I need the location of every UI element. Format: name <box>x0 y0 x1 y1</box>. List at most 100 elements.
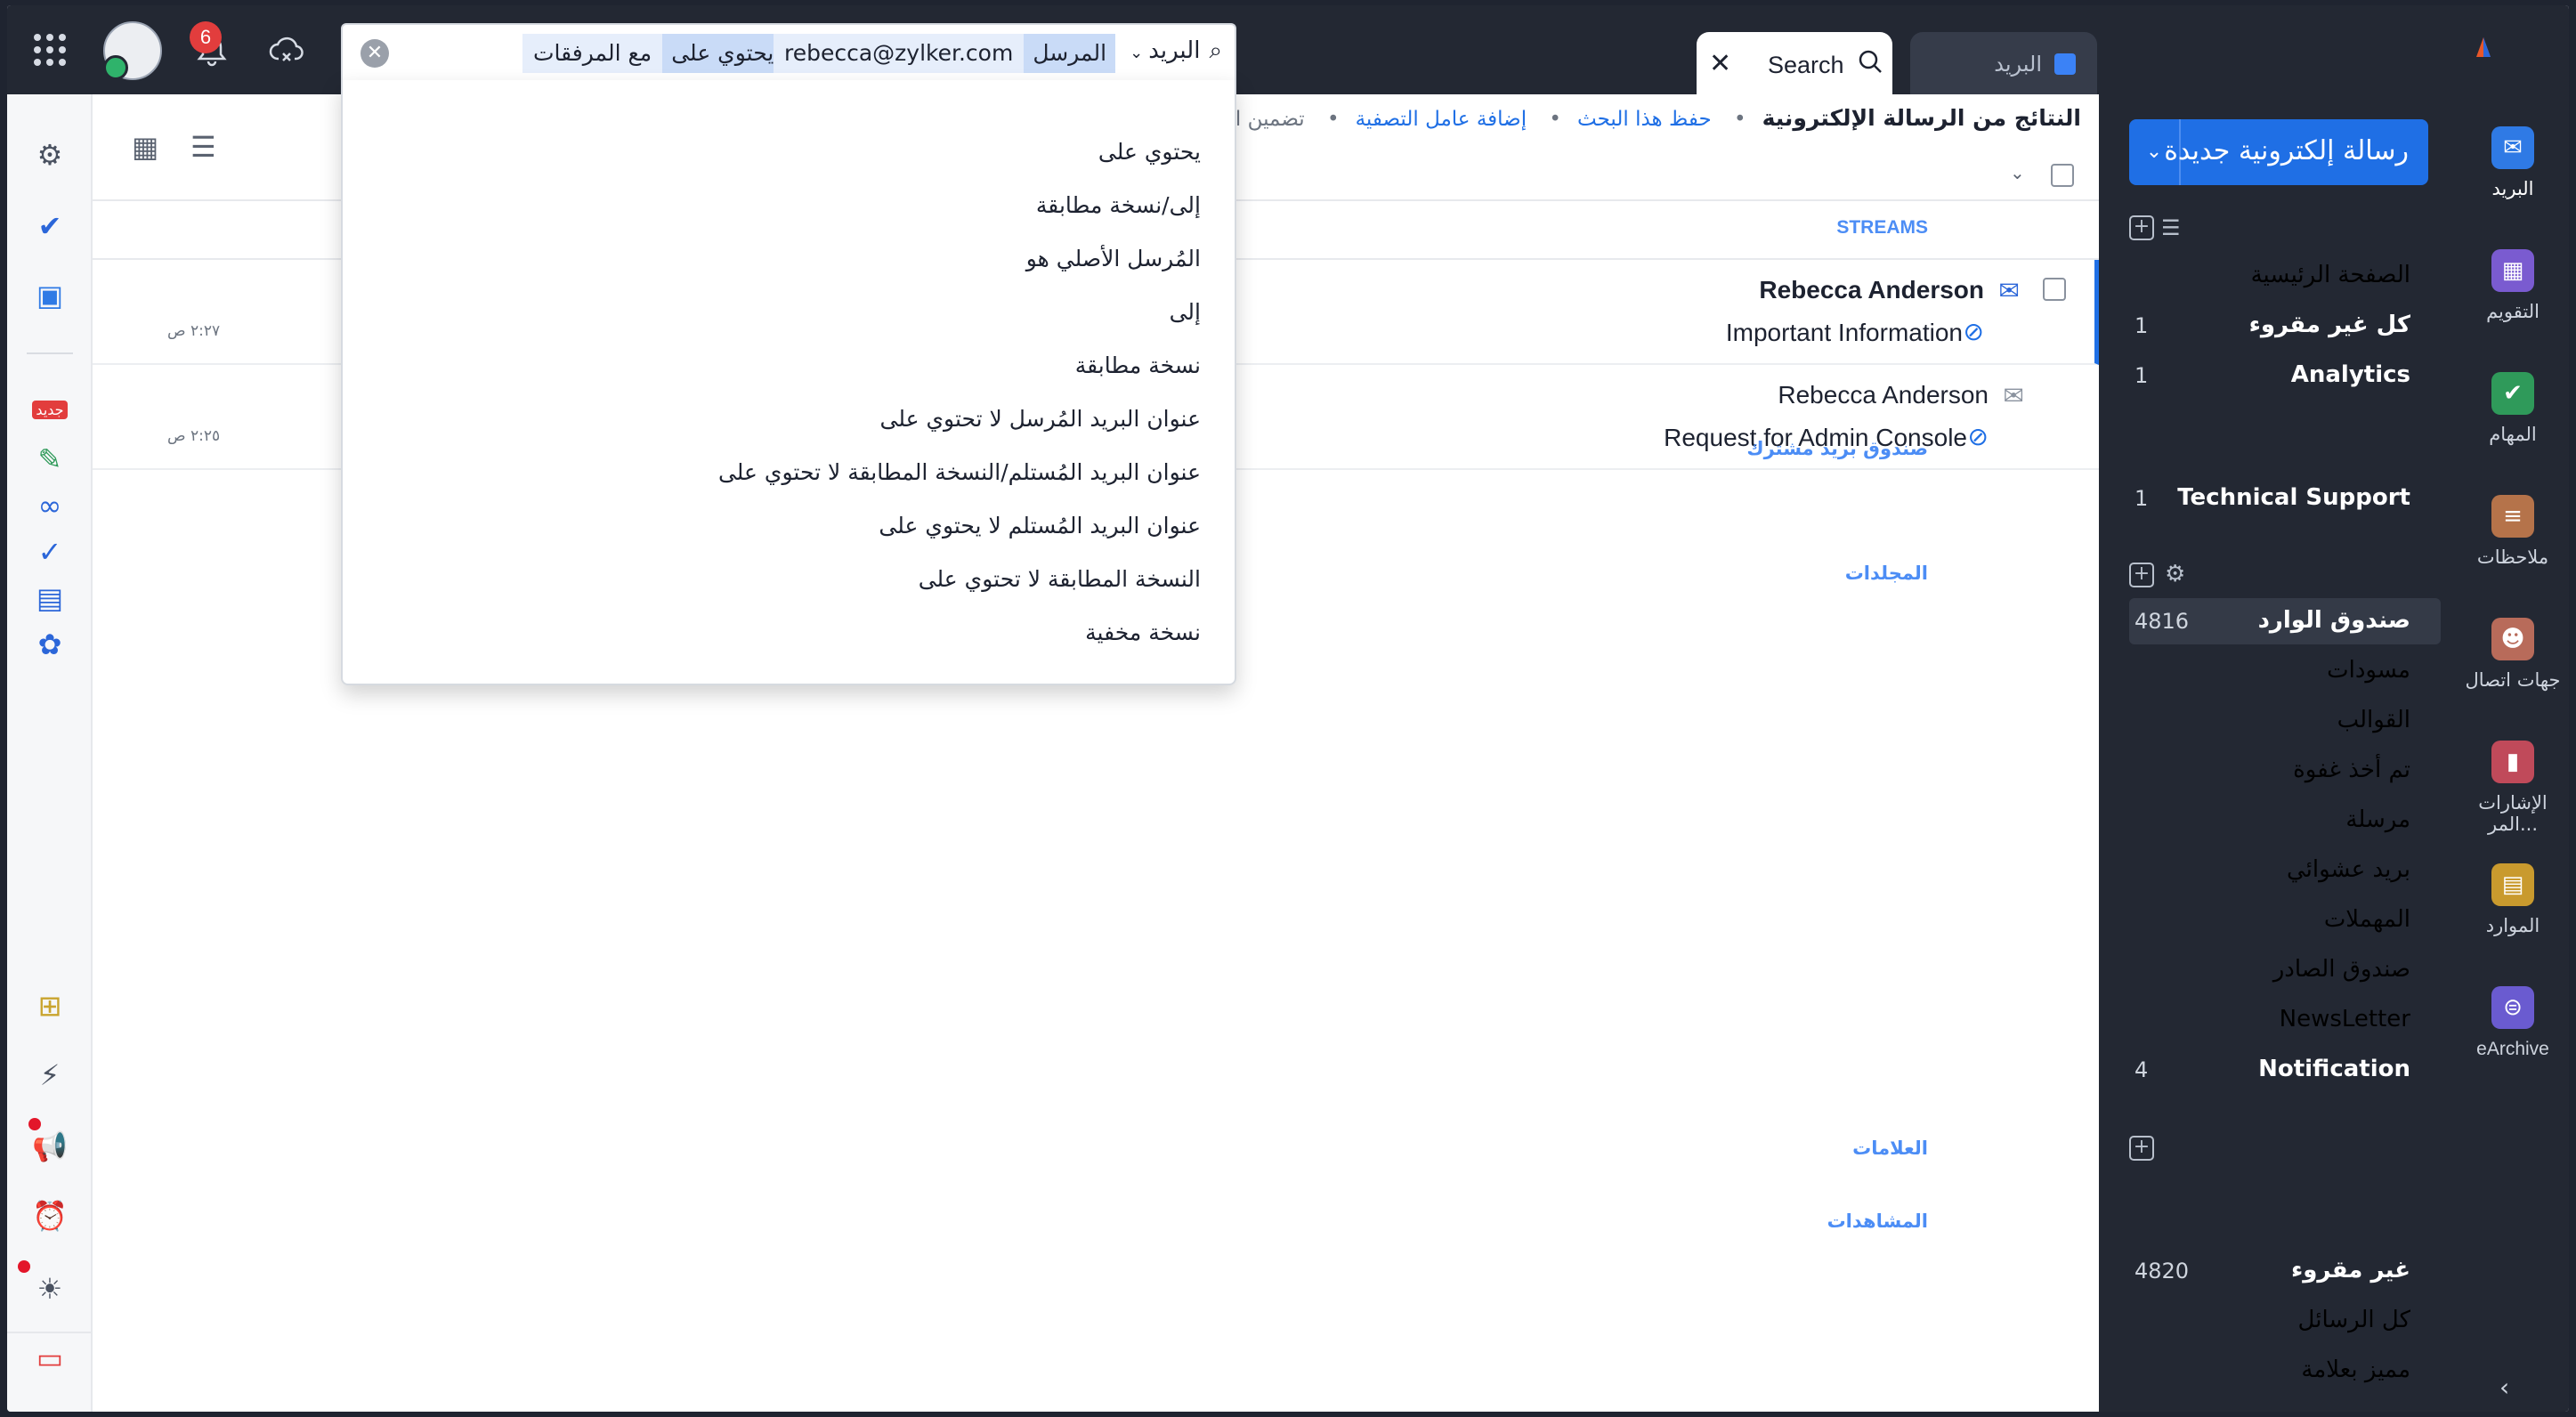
column-view-icon[interactable]: ▦ <box>132 130 158 164</box>
lightning-icon[interactable]: ⚡ <box>28 1054 71 1097</box>
module-bookmarks[interactable]: ▮ الإشارات المر... <box>2457 741 2569 835</box>
select-all-checkbox[interactable] <box>2051 164 2074 187</box>
mail-icon: ✉ <box>2491 126 2534 169</box>
module-resources[interactable]: ▤ الموارد <box>2457 863 2569 936</box>
envelope-read-icon[interactable]: ✉ <box>2004 381 2024 410</box>
nav-item[interactable]: مسودات <box>2129 648 2441 694</box>
row-checkbox[interactable] <box>2043 278 2066 301</box>
chip-value: مع المرفقات <box>522 34 663 73</box>
new-feature-icon[interactable]: جديد <box>28 388 71 431</box>
views-header: المشاهدات <box>1827 1211 1928 1232</box>
tab-mail[interactable]: البريد <box>1910 32 2097 94</box>
dropdown-option[interactable]: نسخة مطابقة <box>1075 352 1201 378</box>
dropdown-option[interactable]: المُرسل الأصلي هو <box>1026 246 1201 271</box>
search-bar[interactable]: ✕ يحتوي على مع المرفقات المرسل rebecca@z… <box>341 23 1236 80</box>
module-calendar[interactable]: ▦ التقويم <box>2457 249 2569 322</box>
add-tag-icon[interactable]: + <box>2129 1136 2154 1161</box>
app-launcher-icon[interactable] <box>32 32 68 73</box>
clear-search-icon[interactable]: ✕ <box>360 39 389 68</box>
link-icon[interactable]: ∞ <box>28 484 71 527</box>
email-time: ٢:٢٥ ص <box>167 427 221 445</box>
nav-item[interactable]: المهملات <box>2129 897 2441 943</box>
module-tasks[interactable]: ✔ المهام <box>2457 372 2569 445</box>
analytics-icon[interactable]: ▤ <box>28 577 71 619</box>
nav-item[interactable]: الصفحة الرئيسية <box>2129 253 2441 299</box>
tasks-check-icon[interactable]: ✓ <box>28 530 71 573</box>
dropdown-option[interactable]: عنوان البريد المُستلم/النسخة المطابقة لا… <box>718 459 1201 485</box>
search-scope-dropdown[interactable]: ⌕ البريد⌄ <box>1130 37 1222 65</box>
module-contacts[interactable]: ☻ جهات اتصال <box>2457 618 2569 691</box>
email-from: Rebecca Anderson <box>1759 276 1984 304</box>
chevron-down-icon[interactable]: ⌄ <box>2010 162 2025 183</box>
dropdown-option[interactable]: النسخة المطابقة لا تحتوي على <box>919 566 1201 592</box>
envelope-unread-icon[interactable]: ✉ <box>1999 276 2020 305</box>
nav-item[interactable]: بريد عشوائي <box>2129 847 2441 894</box>
module-label: جهات اتصال <box>2465 669 2561 691</box>
dropdown-option[interactable]: نسخة مخفية <box>1085 619 1201 645</box>
module-notes[interactable]: ≡ ملاحظات <box>2457 495 2569 568</box>
chat-icon[interactable]: ▭ <box>28 1337 71 1380</box>
close-tab-icon[interactable]: ✕ <box>1709 48 1731 79</box>
sign-icon[interactable]: ✎ <box>28 438 71 481</box>
nav-item[interactable]: مرسلة <box>2129 798 2441 844</box>
tab-search[interactable]: ✕ Search <box>1697 32 1892 94</box>
nav-item[interactable]: 1 Technical Support <box>2129 475 2441 522</box>
search-icon <box>1857 48 1883 81</box>
integrations-icon[interactable]: ✿ <box>28 623 71 666</box>
save-search-link[interactable]: حفظ هذا البحث <box>1577 108 1712 131</box>
nav-item[interactable]: 4 Notification <box>2129 1047 2441 1093</box>
stream-settings-icon[interactable]: ☰ <box>2161 215 2181 240</box>
nav-item-count: 4816 <box>2135 609 2190 634</box>
module-rail: ✉ البريد ▦ التقويم ✔ المهام ≡ ملاحظات ☻ … <box>2457 5 2569 1412</box>
settings-icon[interactable]: ⚙ <box>28 134 71 176</box>
cards-icon[interactable]: ▣ <box>28 274 71 317</box>
dropdown-option[interactable]: يحتوي على <box>1098 139 1201 165</box>
nav-item[interactable]: تم أخذ غفوة <box>2129 748 2441 794</box>
add-filter-link[interactable]: إضافة عامل التصفية <box>1356 108 1527 131</box>
shared-mailbox-header: صندوق بريد مشترك <box>1746 438 1928 459</box>
new-badge: جديد <box>32 400 68 419</box>
cloud-sync-icon[interactable] <box>269 34 304 71</box>
notification-count-badge: 6 <box>190 21 222 53</box>
dropdown-option[interactable]: عنوان البريد المُستلم لا يحتوي على <box>879 513 1201 538</box>
nav-item-inbox[interactable]: 4816 صندوق الوارد <box>2129 598 2441 644</box>
new-mail-button[interactable]: ⌄ رسالة إلكترونية جديدة <box>2129 119 2428 185</box>
filter-chip-attachment[interactable]: يحتوي على مع المرفقات <box>522 34 783 73</box>
module-label: الموارد <box>2485 915 2540 936</box>
nav-item-count: 1 <box>2135 313 2149 338</box>
nav-item[interactable]: 1 Analytics <box>2129 352 2441 399</box>
nav-item[interactable]: 1 كل غير مقروء <box>2129 303 2441 349</box>
dropdown-option[interactable]: إلى/نسخة مطابقة <box>1036 192 1201 218</box>
chip-key: المرسل <box>1024 34 1116 73</box>
module-mail[interactable]: ✉ البريد <box>2457 126 2569 199</box>
dropdown-option[interactable]: إلى <box>1170 299 1201 325</box>
nav-item[interactable]: NewsLetter <box>2129 997 2441 1043</box>
module-earchive[interactable]: ⊜ eArchive <box>2457 986 2569 1060</box>
nav-item-label: صندوق الصادر <box>2272 956 2410 983</box>
list-view-icon[interactable]: ☰ <box>190 130 216 164</box>
nav-item-label: تم أخذ غفوة <box>2293 757 2410 783</box>
add-note-icon[interactable]: ⊞ <box>28 984 71 1027</box>
user-avatar[interactable] <box>103 21 162 80</box>
module-label: الإشارات المر... <box>2478 792 2548 835</box>
announcement-icon[interactable]: 📢 <box>28 1125 71 1168</box>
module-label: المهام <box>2489 424 2537 445</box>
nav-item[interactable]: صندوق الصادر <box>2129 947 2441 993</box>
zoho-vault-icon[interactable]: ✔ <box>28 205 71 247</box>
folder-settings-icon[interactable]: ⚙ <box>2165 561 2185 587</box>
nav-item[interactable]: كل الرسائل <box>2129 1298 2441 1344</box>
collapse-chevron-icon[interactable]: ‹ <box>2499 1372 2509 1402</box>
nav-item[interactable]: القوالب <box>2129 698 2441 744</box>
filter-chip-sender[interactable]: المرسل rebecca@zylker.com <box>774 34 1116 73</box>
theme-toggle-icon[interactable]: ☀ <box>28 1267 71 1310</box>
add-stream-icon[interactable]: + <box>2129 215 2154 240</box>
nav-item[interactable]: مميز بعلامة <box>2129 1348 2441 1394</box>
nav-item[interactable]: 4820 غير مقروء <box>2129 1248 2441 1294</box>
dropdown-option[interactable]: عنوان البريد المُرسل لا تحتوي على <box>880 406 1202 432</box>
nav-item-label: القوالب <box>2337 707 2410 733</box>
alarm-icon[interactable]: ⏰ <box>28 1194 71 1237</box>
add-folder-icon[interactable]: + <box>2129 563 2154 587</box>
new-mail-label: رسالة إلكترونية جديدة <box>2164 135 2409 166</box>
nav-item-label: صندوق الوارد <box>2257 607 2410 634</box>
nav-item-label: مسودات <box>2327 657 2410 684</box>
